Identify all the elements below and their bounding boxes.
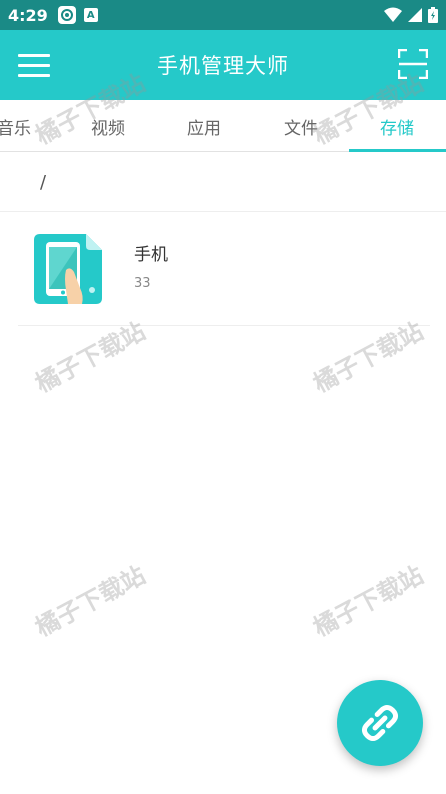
storage-name: 手机 [134, 245, 168, 265]
list-item[interactable]: 手机 33 [0, 212, 446, 325]
link-icon [361, 704, 399, 742]
breadcrumb[interactable]: / [40, 172, 46, 193]
storage-count: 33 [134, 276, 151, 291]
notification-app-icon [57, 6, 76, 24]
connect-fab-button[interactable] [337, 680, 423, 766]
watermark: 橘子下载站 [30, 560, 150, 643]
status-icons [384, 7, 438, 23]
signal-icon [408, 8, 422, 22]
tab-label: 音乐 [0, 118, 31, 139]
tab-indicator [349, 149, 446, 152]
phone-storage-icon [34, 234, 102, 304]
status-bar: 4:29 A [0, 0, 446, 30]
tab-label: 应用 [187, 118, 221, 139]
divider [18, 325, 430, 326]
app-title: 手机管理大师 [157, 54, 289, 78]
status-time: 4:29 [8, 5, 48, 25]
notification-a-label: A [86, 9, 95, 21]
watermark: 橘子下载站 [308, 560, 428, 643]
tab-apps[interactable]: 应用 [156, 100, 252, 152]
screen: 4:29 A 手机管理大师 音乐 视频 应用 文件 存储 / 手机 33 橘子下… [0, 0, 446, 794]
notification-a-icon: A [83, 8, 98, 22]
wifi-icon [384, 7, 402, 22]
battery-icon [428, 7, 438, 23]
